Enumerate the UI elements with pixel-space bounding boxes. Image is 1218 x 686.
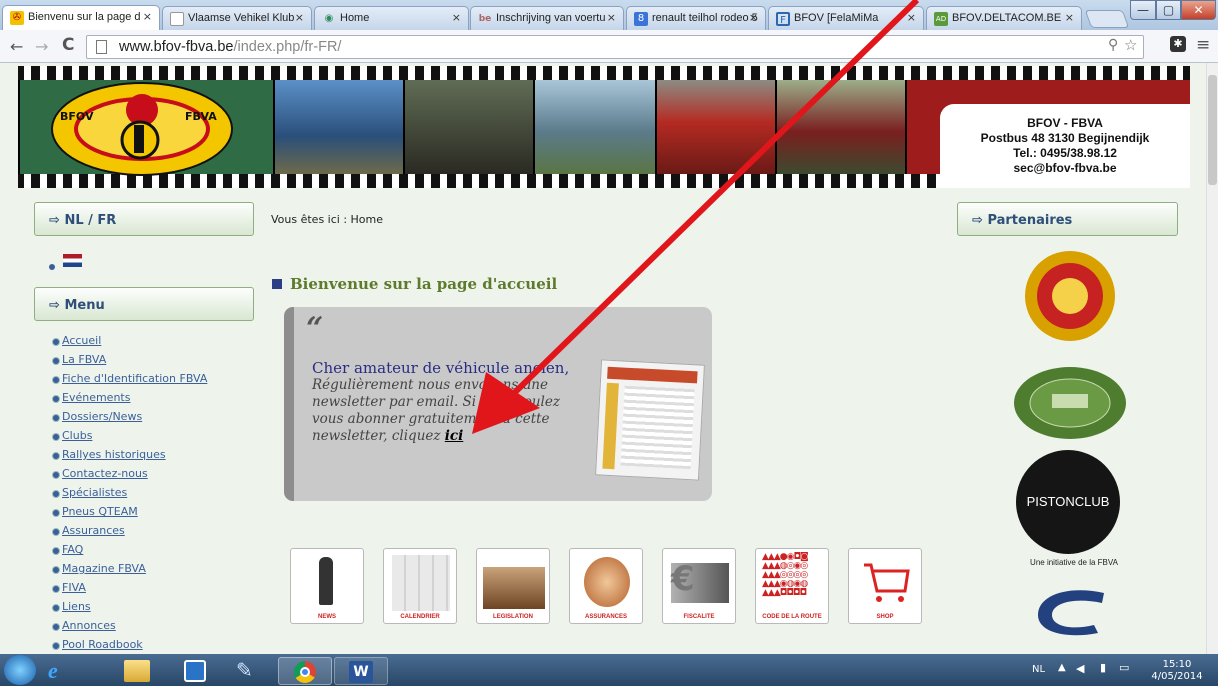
org-phone: Tel.: 0495/38.98.12 bbox=[1013, 146, 1117, 160]
tab-close-icon[interactable]: × bbox=[1065, 11, 1074, 24]
media-player-icon[interactable] bbox=[184, 660, 206, 682]
tile-calendrier[interactable]: CALENDRIER bbox=[383, 548, 457, 624]
org-name: BFOV - FBVA bbox=[1027, 116, 1103, 130]
word-taskbar-button[interactable]: W bbox=[334, 657, 388, 685]
volume-icon[interactable]: ◀ bbox=[1076, 662, 1084, 675]
url-host: www.bfov-fbva.be bbox=[119, 39, 234, 55]
extension-icon[interactable]: ✱ bbox=[1170, 36, 1186, 52]
arrow-right-icon: ⇨ bbox=[49, 213, 60, 228]
menu-item[interactable]: Pneus QTEAM bbox=[51, 505, 207, 524]
menu-item[interactable]: Clubs bbox=[51, 429, 207, 448]
logo-text-right: FBVA bbox=[185, 110, 217, 123]
menu-item[interactable]: Contactez-nous bbox=[51, 467, 207, 486]
language-indicator[interactable]: NL bbox=[1032, 664, 1045, 675]
bfov-logo bbox=[48, 80, 236, 178]
arrow-right-icon: ⇨ bbox=[972, 213, 983, 228]
chrome-taskbar-button[interactable] bbox=[278, 657, 332, 685]
tab-label: BFOV.DELTACOM.BE bbox=[952, 12, 1062, 24]
tab-home[interactable]: ◉ Home × bbox=[314, 6, 469, 30]
page-icon bbox=[96, 40, 107, 54]
menu-item[interactable]: Assurances bbox=[51, 524, 207, 543]
reload-icon[interactable]: C bbox=[62, 35, 74, 55]
tile-fiscalite[interactable]: € FISCALITE bbox=[662, 548, 736, 624]
pistonclub-caption: Une initiative de la FBVA bbox=[1030, 558, 1118, 567]
bullet-icon bbox=[49, 264, 55, 270]
febiac-logo[interactable] bbox=[1028, 585, 1108, 649]
fiva-logo[interactable] bbox=[1012, 366, 1128, 440]
taskbar-clock[interactable]: 15:10 4/05/2014 bbox=[1148, 659, 1206, 683]
menu-item[interactable]: Annonces bbox=[51, 619, 207, 638]
menu-item[interactable]: Liens bbox=[51, 600, 207, 619]
tab-deltacom[interactable]: AD BFOV.DELTACOM.BE × bbox=[926, 6, 1082, 30]
menu-item[interactable]: Accueil bbox=[51, 334, 207, 353]
tile-news[interactable]: NEWS bbox=[290, 548, 364, 624]
start-button[interactable] bbox=[4, 655, 36, 685]
chrome-menu-icon[interactable]: ≡ bbox=[1196, 35, 1210, 55]
lang-box-title: ⇨ NL / FR bbox=[34, 202, 254, 236]
org-email: sec@bfov-fbva.be bbox=[1013, 161, 1117, 175]
tile-code-route[interactable]: ▲▲▲●◉◘◙ ▲▲▲◍◎◉◎ ▲▲▲◎◎◎◎ ▲▲▲◉◍◉◍ ▲▲▲◘◘◘◘ CODE… bbox=[755, 548, 829, 624]
menu-item[interactable]: FIVA bbox=[51, 581, 207, 600]
maximize-button[interactable]: ▢ bbox=[1156, 0, 1181, 20]
new-tab-button[interactable] bbox=[1084, 10, 1130, 28]
arrow-right-icon: ⇨ bbox=[49, 298, 60, 313]
close-window-button[interactable]: ✕ bbox=[1181, 0, 1216, 20]
menu-item[interactable]: FAQ bbox=[51, 543, 207, 562]
bfov-favicon-icon: ✇ bbox=[10, 11, 24, 25]
internet-explorer-icon[interactable]: e bbox=[48, 658, 58, 684]
forward-arrow-icon[interactable]: → bbox=[35, 37, 48, 56]
menu-item[interactable]: Rallyes historiques bbox=[51, 448, 207, 467]
tile-shop[interactable]: SHOP bbox=[848, 548, 922, 624]
menu-item[interactable]: La FBVA bbox=[51, 353, 207, 372]
rac-belgium-logo[interactable] bbox=[1012, 250, 1128, 342]
tab-label: Home bbox=[340, 12, 370, 24]
page-icon bbox=[170, 12, 184, 26]
back-arrow-icon[interactable]: ← bbox=[10, 37, 23, 56]
netherlands-flag-icon[interactable] bbox=[63, 254, 82, 267]
menu-box-title: ⇨ Menu bbox=[34, 287, 254, 321]
partners-box-title: ⇨ Partenaires bbox=[957, 202, 1178, 236]
menu-item[interactable]: Magazine FBVA bbox=[51, 562, 207, 581]
tab-close-icon[interactable]: × bbox=[143, 10, 152, 23]
tray-arrow-icon[interactable]: ▲ bbox=[1058, 662, 1066, 673]
tab-close-icon[interactable]: × bbox=[295, 11, 304, 24]
header-contact-box: BFOV - FBVA Postbus 48 3130 Begijnendijk… bbox=[940, 104, 1190, 188]
power-icon[interactable]: ▮ bbox=[1100, 661, 1106, 674]
main-menu: Accueil La FBVA Fiche d'Identification FBV… bbox=[51, 334, 207, 657]
tile-legislation[interactable]: LEGISLATION bbox=[476, 548, 550, 624]
red-annotation-arrow-icon bbox=[472, 0, 920, 434]
menu-item[interactable]: Spécialistes bbox=[51, 486, 207, 505]
deltacom-favicon-icon: AD bbox=[934, 12, 948, 26]
tab-label: Bienvenu sur la page d bbox=[28, 11, 141, 23]
minimize-button[interactable]: — bbox=[1130, 0, 1156, 20]
scrollbar-thumb[interactable] bbox=[1208, 75, 1217, 185]
eye-icon: ◉ bbox=[324, 13, 334, 24]
tab-bfov[interactable]: ✇ Bienvenu sur la page d × bbox=[2, 5, 160, 31]
url-path: /index.php/fr-FR/ bbox=[233, 39, 342, 55]
tab-vvk[interactable]: Vlaamse Vehikel Klub × bbox=[162, 6, 312, 30]
zoom-icon[interactable]: ⚲ bbox=[1108, 37, 1118, 53]
menu-item[interactable]: Dossiers/News bbox=[51, 410, 207, 429]
menu-item[interactable]: Evénements bbox=[51, 391, 207, 410]
menu-item[interactable]: Fiche d'Identification FBVA bbox=[51, 372, 207, 391]
org-address: Postbus 48 3130 Begijnendijk bbox=[980, 131, 1150, 145]
network-icon[interactable]: ▭ bbox=[1119, 661, 1129, 674]
explorer-folder-icon[interactable] bbox=[124, 660, 150, 682]
pistonclub-logo[interactable]: PISTONCLUB bbox=[1016, 450, 1120, 554]
tile-assurances[interactable]: ASSURANCES bbox=[569, 548, 643, 624]
logo-text-left: BFOV bbox=[60, 110, 94, 123]
star-icon[interactable]: ☆ bbox=[1124, 36, 1137, 54]
scrollbar[interactable] bbox=[1206, 63, 1218, 654]
photo-tractor bbox=[273, 80, 403, 174]
quote-icon: “ bbox=[306, 311, 324, 346]
paint-icon[interactable]: ✎ bbox=[236, 658, 253, 682]
breadcrumb: Vous êtes ici : Home bbox=[271, 213, 384, 226]
tab-label: Vlaamse Vehikel Klub bbox=[188, 12, 295, 24]
